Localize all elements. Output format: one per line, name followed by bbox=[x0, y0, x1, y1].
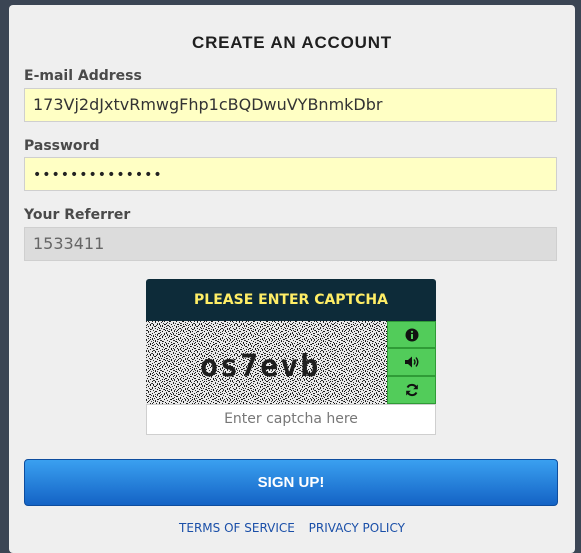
password-value: •••••••••••••• bbox=[33, 167, 163, 183]
email-label: E-mail Address bbox=[24, 68, 142, 84]
captcha-image: os7evb bbox=[146, 321, 387, 404]
captcha-audio-button[interactable] bbox=[387, 348, 436, 376]
captcha-buttons bbox=[387, 321, 436, 404]
captcha-text: os7evb bbox=[200, 349, 320, 384]
referrer-field: 1533411 bbox=[24, 227, 557, 261]
info-icon bbox=[405, 328, 418, 341]
captcha-refresh-button[interactable] bbox=[387, 376, 436, 404]
signup-button[interactable]: SIGN UP! bbox=[24, 459, 558, 506]
privacy-policy-link[interactable]: PRIVACY POLICY bbox=[309, 521, 405, 535]
form-title: CREATE AN ACCOUNT bbox=[192, 33, 392, 52]
signup-card: CREATE AN ACCOUNT E-mail Address 173Vj2d… bbox=[9, 5, 575, 553]
audio-icon bbox=[404, 356, 418, 368]
referrer-label: Your Referrer bbox=[24, 207, 131, 223]
refresh-icon bbox=[405, 383, 418, 397]
email-field[interactable]: 173Vj2dJxtvRmwgFhp1cBQDwuVYBnmkDbr bbox=[24, 88, 557, 122]
footer-links: TERMS OF SERVICE PRIVACY POLICY bbox=[9, 521, 575, 535]
terms-of-service-link[interactable]: TERMS OF SERVICE bbox=[179, 521, 295, 535]
password-label: Password bbox=[24, 138, 100, 154]
captcha-widget: PLEASE ENTER CAPTCHA os7evb Enter captch… bbox=[146, 279, 436, 435]
captcha-header: PLEASE ENTER CAPTCHA bbox=[146, 279, 436, 321]
captcha-input[interactable]: Enter captcha here bbox=[146, 404, 436, 435]
password-field[interactable]: •••••••••••••• bbox=[24, 157, 557, 191]
captcha-info-button[interactable] bbox=[387, 321, 436, 348]
